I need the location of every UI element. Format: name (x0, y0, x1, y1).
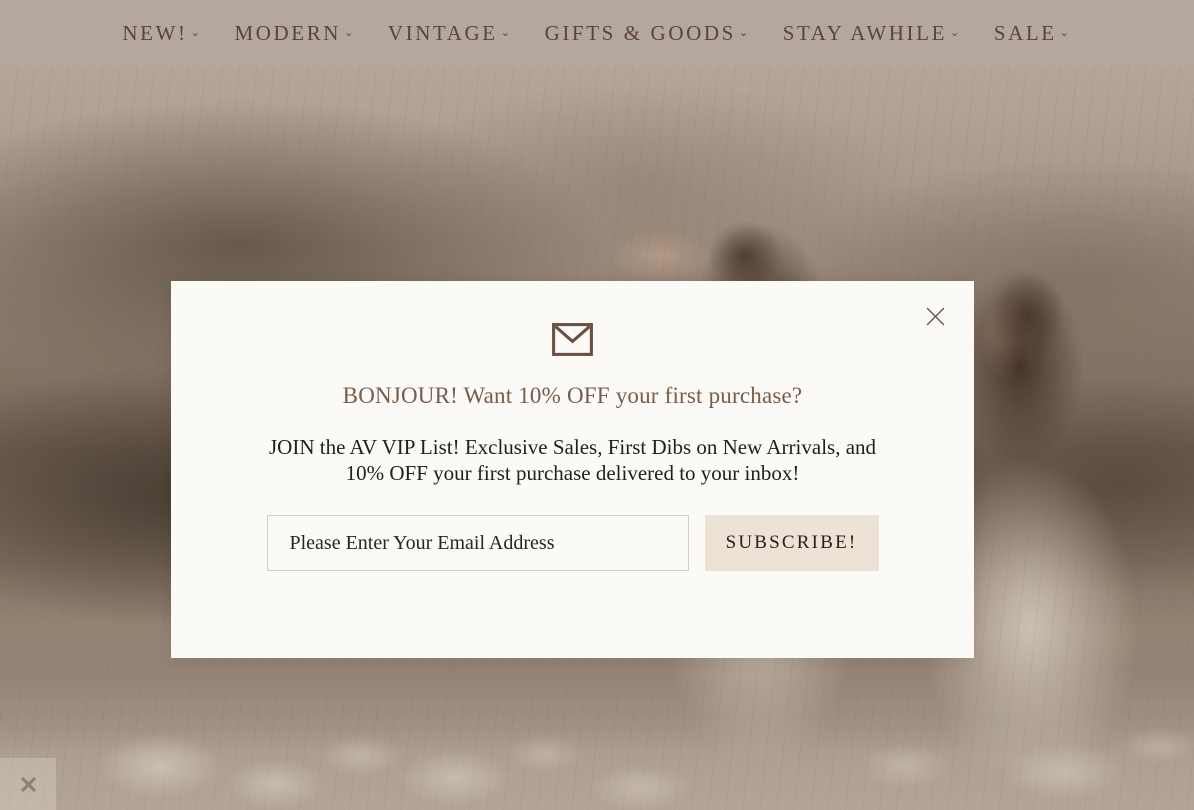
nav-item-label: MODERN (234, 20, 342, 45)
chevron-down-icon: ⌄ (500, 25, 513, 39)
chevron-down-icon: ⌄ (1059, 25, 1072, 39)
nav-item-sale[interactable]: SALE ⌄ (978, 21, 1088, 46)
nav-item-label: SALE (993, 20, 1057, 45)
main-navigation: NEW! ⌄ MODERN ⌄ VINTAGE ⌄ GIFTS & GOODS … (0, 0, 1194, 66)
modal-heading: BONJOUR! Want 10% OFF your first purchas… (342, 383, 803, 408)
nav-item-modern[interactable]: MODERN ⌄ (218, 21, 371, 46)
page-root: NEW! ⌄ MODERN ⌄ VINTAGE ⌄ GIFTS & GOODS … (0, 0, 1194, 810)
nav-item-gifts-and-goods[interactable]: GIFTS & GOODS ⌄ (529, 21, 767, 46)
subscribe-button[interactable]: SUBSCRIBE! (704, 515, 879, 572)
chevron-down-icon: ⌄ (738, 25, 751, 39)
modal-body-text: JOIN the AV VIP List! Exclusive Sales, F… (268, 434, 877, 486)
email-input[interactable] (266, 515, 689, 572)
modal-content: BONJOUR! Want 10% OFF your first purchas… (171, 281, 974, 572)
newsletter-modal: BONJOUR! Want 10% OFF your first purchas… (171, 281, 974, 658)
nav-item-new[interactable]: NEW! ⌄ (106, 21, 218, 46)
envelope-icon (231, 323, 914, 356)
nav-item-vintage[interactable]: VINTAGE ⌄ (372, 21, 529, 46)
corner-close-widget[interactable] (0, 758, 56, 810)
nav-item-label: VINTAGE (387, 20, 498, 45)
subscribe-form: SUBSCRIBE! (231, 515, 914, 572)
nav-item-label: GIFTS & GOODS (544, 20, 736, 45)
nav-item-stay-awhile[interactable]: STAY AWHILE ⌄ (767, 21, 978, 46)
close-x-icon (20, 776, 36, 792)
nav-item-label: STAY AWHILE (782, 20, 947, 45)
chevron-down-icon: ⌄ (950, 25, 962, 39)
chevron-down-icon: ⌄ (190, 25, 203, 39)
chevron-down-icon: ⌄ (344, 25, 356, 39)
nav-item-label: NEW! (122, 20, 188, 45)
